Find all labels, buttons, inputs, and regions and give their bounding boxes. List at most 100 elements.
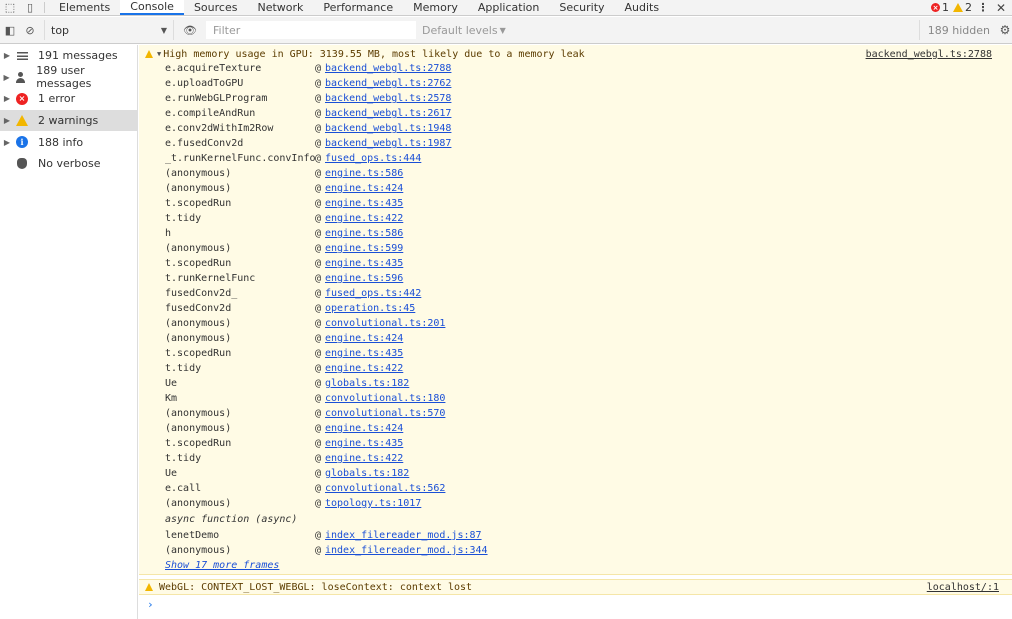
frame-at: @ [315, 123, 322, 134]
frame-source-link[interactable]: engine.ts:422 [325, 363, 403, 374]
tab-list: Elements Console Sources Network Performance… [49, 0, 669, 15]
frame-at: @ [315, 453, 322, 464]
frame-at: @ [315, 348, 322, 359]
chevron-down-icon: ▼ [160, 25, 167, 35]
frame-source-link[interactable]: engine.ts:422 [325, 453, 403, 464]
frame-function: lenetDemo [165, 530, 220, 541]
warning-header[interactable]: ▼ High memory usage in GPU: 3139.55 MB, … [145, 47, 1005, 61]
gear-icon[interactable]: ⚙ [998, 23, 1012, 37]
expand-arrow-icon[interactable]: ▶ [0, 51, 14, 60]
show-more-frames-link[interactable]: Show 17 more frames [165, 560, 279, 571]
tab-performance[interactable]: Performance [313, 0, 403, 15]
frame-at: @ [315, 138, 322, 149]
frame-function: e.compileAndRun [165, 108, 256, 119]
frame-source-link[interactable]: operation.ts:45 [325, 303, 415, 314]
frame-function: _t.runKernelFunc.convInfo [165, 153, 315, 164]
frame-source-link[interactable]: globals.ts:182 [325, 468, 409, 479]
frame-source-link[interactable]: engine.ts:435 [325, 438, 403, 449]
stack-frame: e.conv2dWithIm2Row @ backend_webgl.ts:1948 [165, 121, 1005, 136]
frame-at: @ [315, 213, 322, 224]
stack-frame: (anonymous) @ engine.ts:424 [165, 181, 1005, 196]
frame-source-link[interactable]: backend_webgl.ts:2762 [325, 78, 451, 89]
clear-console-icon[interactable]: ⊘ [20, 20, 40, 40]
bug-icon [14, 158, 30, 170]
frame-at: @ [315, 393, 322, 404]
close-icon[interactable]: ✕ [994, 1, 1008, 15]
tab-audits[interactable]: Audits [615, 0, 670, 15]
frame-function: (anonymous) [165, 423, 232, 434]
stack-frame: (anonymous) @ index_filereader_mod.js:344 [165, 543, 1005, 558]
stack-frame: t.tidy @ engine.ts:422 [165, 361, 1005, 376]
frame-at: @ [315, 288, 322, 299]
frame-source-link[interactable]: convolutional.ts:201 [325, 318, 445, 329]
frame-source-link[interactable]: engine.ts:599 [325, 243, 403, 254]
frame-source-link[interactable]: backend_webgl.ts:2788 [325, 63, 451, 74]
frame-source-link[interactable]: engine.ts:586 [325, 228, 403, 239]
frame-source-link[interactable]: engine.ts:422 [325, 213, 403, 224]
frame-source-link[interactable]: backend_webgl.ts:2617 [325, 108, 451, 119]
frame-source-link[interactable]: convolutional.ts:562 [325, 483, 445, 494]
error-count-badge[interactable]: × 1 [931, 1, 949, 14]
expand-arrow-icon[interactable]: ▶ [0, 73, 13, 82]
frame-source-link[interactable]: backend_webgl.ts:2578 [325, 93, 451, 104]
error-icon: × [931, 3, 940, 12]
context-selector[interactable]: top ▼ [44, 20, 174, 40]
webgl-source-link[interactable]: localhost/:1 [927, 582, 999, 593]
sidebar-toggle-icon[interactable]: ◧ [0, 20, 20, 40]
frame-source-link[interactable]: engine.ts:596 [325, 273, 403, 284]
sidebar-item-bug[interactable]: No verbose [0, 153, 137, 175]
frame-at: @ [315, 258, 322, 269]
tab-elements[interactable]: Elements [49, 0, 120, 15]
frame-source-link[interactable]: convolutional.ts:570 [325, 408, 445, 419]
log-levels-dropdown[interactable]: Default levels ▼ [422, 24, 506, 37]
tab-sources[interactable]: Sources [184, 0, 248, 15]
filter-input[interactable] [206, 21, 416, 39]
frame-source-link[interactable]: topology.ts:1017 [325, 498, 421, 509]
frame-at: @ [315, 498, 322, 509]
more-options-icon[interactable]: ⋮ [976, 1, 990, 14]
frame-source-link[interactable]: engine.ts:586 [325, 168, 403, 179]
stack-frame: (anonymous) @ engine.ts:599 [165, 241, 1005, 256]
sidebar-item-user[interactable]: ▶ 189 user messages [0, 64, 137, 90]
stack-frame: Km @ convolutional.ts:180 [165, 391, 1005, 406]
frame-source-link[interactable]: backend_webgl.ts:1987 [325, 138, 451, 149]
async-separator: async function (async) [165, 514, 298, 525]
frame-source-link[interactable]: engine.ts:435 [325, 348, 403, 359]
expand-arrow-icon[interactable]: ▶ [0, 94, 14, 103]
frame-source-link[interactable]: backend_webgl.ts:1948 [325, 123, 451, 134]
frame-source-link[interactable]: index_filereader_mod.js:87 [325, 530, 482, 541]
frame-source-link[interactable]: convolutional.ts:180 [325, 393, 445, 404]
tab-console[interactable]: Console [120, 0, 184, 15]
tab-memory[interactable]: Memory [403, 0, 468, 15]
frame-source-link[interactable]: engine.ts:424 [325, 423, 403, 434]
console-prompt[interactable]: › [147, 598, 154, 611]
tab-network[interactable]: Network [247, 0, 313, 15]
expand-arrow-icon[interactable]: ▶ [0, 116, 14, 125]
expand-arrow-icon[interactable]: ▶ [0, 138, 14, 147]
sidebar-item-error[interactable]: ▶ × 1 error [0, 88, 137, 110]
console-sidebar: ▶ 191 messages ▶ 189 user messages ▶ × 1 error… [0, 45, 138, 619]
frame-at: @ [315, 303, 322, 314]
frame-source-link[interactable]: engine.ts:435 [325, 198, 403, 209]
expand-triangle-icon[interactable]: ▼ [157, 50, 161, 58]
frame-source-link[interactable]: engine.ts:435 [325, 258, 403, 269]
frame-source-link[interactable]: engine.ts:424 [325, 183, 403, 194]
warning-count-badge[interactable]: 2 [953, 1, 972, 14]
warning-source-link[interactable]: backend_webgl.ts:2788 [866, 49, 992, 60]
sidebar-item-warning[interactable]: ▶ 2 warnings [0, 109, 137, 132]
inspect-element-icon[interactable]: ⬚ [0, 0, 20, 15]
frame-source-link[interactable]: fused_ops.ts:444 [325, 153, 421, 164]
tab-application[interactable]: Application [468, 0, 549, 15]
frame-source-link[interactable]: engine.ts:424 [325, 333, 403, 344]
sidebar-item-list[interactable]: ▶ 191 messages [0, 45, 137, 67]
eye-icon[interactable]: 👁 [180, 20, 200, 40]
sidebar-item-label: No verbose [38, 157, 101, 171]
frame-function: h [165, 228, 172, 239]
frame-function: (anonymous) [165, 498, 232, 509]
tab-security[interactable]: Security [549, 0, 614, 15]
frame-source-link[interactable]: globals.ts:182 [325, 378, 409, 389]
frame-source-link[interactable]: index_filereader_mod.js:344 [325, 545, 488, 556]
sidebar-item-info[interactable]: ▶ i 188 info [0, 131, 137, 153]
frame-source-link[interactable]: fused_ops.ts:442 [325, 288, 421, 299]
device-toolbar-icon[interactable]: ▯ [20, 0, 40, 15]
